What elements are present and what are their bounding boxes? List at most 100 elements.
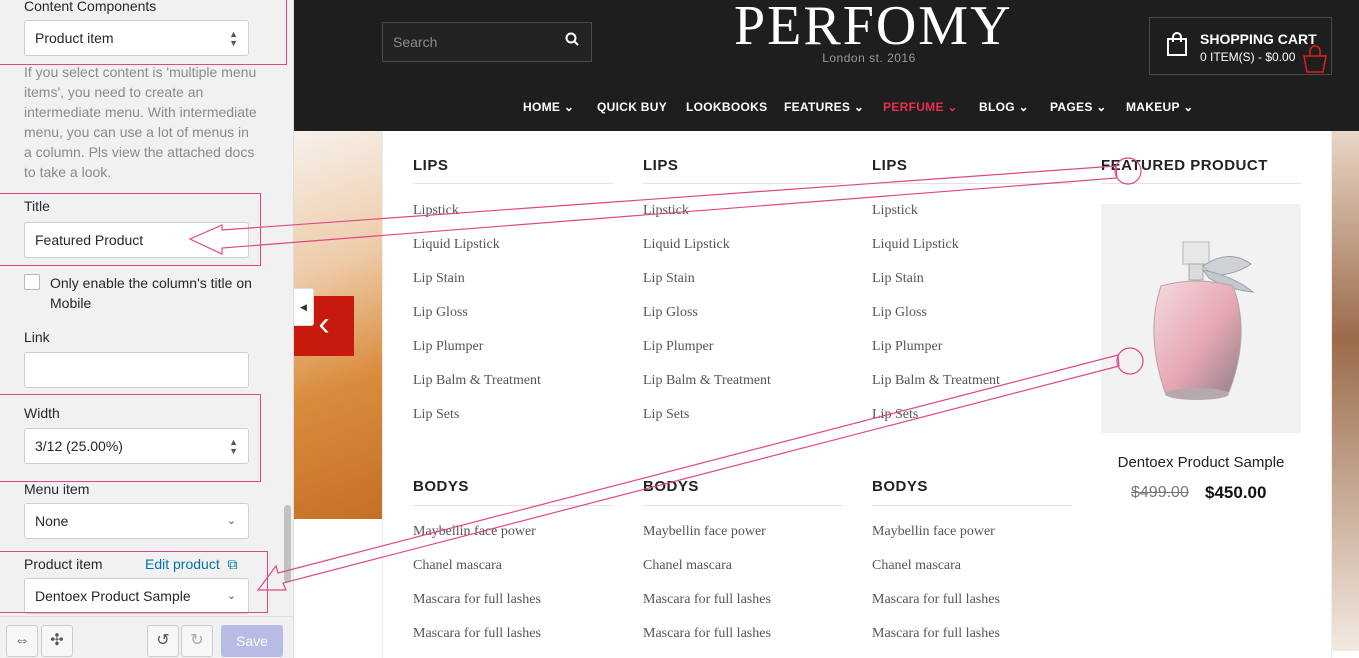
- highlight-content-components: [0, 0, 287, 65]
- chevron-down-icon: ⌄: [853, 100, 865, 114]
- menu-link[interactable]: Lip Balm & Treatment: [643, 373, 771, 389]
- menu-link[interactable]: Mascara for full lashes: [413, 592, 541, 608]
- site-header: Search PERFOMY London st. 2016 SHOPPING …: [294, 0, 1359, 131]
- shopping-cart[interactable]: SHOPPING CART 0 ITEM(S) - $0.00: [1149, 17, 1332, 75]
- menu-link[interactable]: Lip Gloss: [643, 305, 698, 321]
- hero-image-right: [1332, 131, 1359, 651]
- menu-link[interactable]: Maybellin face power: [643, 524, 766, 540]
- menu-link[interactable]: Lip Plumper: [872, 339, 942, 355]
- main-nav: HOME ⌄ QUICK BUY LOOKBOOKS FEATURES ⌄ PE…: [294, 100, 1359, 116]
- column-divider: [413, 505, 613, 506]
- menu-link[interactable]: Mascara for full lashes: [643, 592, 771, 608]
- menu-link[interactable]: Lip Sets: [643, 407, 689, 423]
- nav-quick-buy[interactable]: QUICK BUY: [597, 100, 667, 114]
- menu-link[interactable]: Lip Gloss: [413, 305, 468, 321]
- menu-item-select[interactable]: None ⌄: [24, 503, 249, 539]
- menu-link[interactable]: Chanel mascara: [872, 558, 961, 574]
- chevron-down-icon: ⌄: [1183, 100, 1194, 114]
- search-icon[interactable]: [565, 32, 579, 50]
- menu-link[interactable]: Maybellin face power: [413, 524, 536, 540]
- nav-lookbooks[interactable]: LOOKBOOKS: [686, 100, 767, 114]
- nav-features[interactable]: FEATURES ⌄: [784, 100, 864, 114]
- undo-icon[interactable]: ↺: [147, 625, 179, 657]
- menu-link[interactable]: Lip Gloss: [872, 305, 927, 321]
- menu-link[interactable]: Mascara for full lashes: [643, 626, 771, 642]
- menu-link[interactable]: Lipstick: [872, 203, 918, 219]
- column-title: BODYS: [643, 478, 699, 495]
- collapse-panel-tab[interactable]: ◀: [294, 288, 314, 326]
- menu-link[interactable]: Mascara for full lashes: [413, 626, 541, 642]
- nav-home[interactable]: HOME ⌄: [523, 100, 574, 114]
- move-icon[interactable]: ✣: [41, 625, 73, 657]
- column-divider: [1101, 183, 1301, 184]
- menu-item-label: Menu item: [24, 481, 90, 497]
- help-text: If you select content is 'multiple menu …: [24, 64, 257, 180]
- menu-link[interactable]: Lip Stain: [872, 271, 924, 287]
- column-title: LIPS: [643, 157, 679, 174]
- column-divider: [872, 505, 1072, 506]
- collapse-width-icon[interactable]: ⇔: [6, 625, 38, 657]
- redo-icon[interactable]: ↻: [181, 625, 213, 657]
- column-divider: [643, 505, 843, 506]
- menu-link[interactable]: Lipstick: [643, 203, 689, 219]
- mobile-title-label: Only enable the column's title on Mobile: [50, 275, 252, 311]
- menu-link[interactable]: Lip Sets: [872, 407, 918, 423]
- chevron-down-icon: ⌄: [947, 100, 958, 114]
- menu-link[interactable]: Lipstick: [413, 203, 459, 219]
- link-label: Link: [24, 329, 50, 345]
- menu-link[interactable]: Liquid Lipstick: [643, 237, 730, 253]
- old-price: $499.00: [1131, 484, 1189, 501]
- mega-menu: LIPS Lipstick Liquid Lipstick Lip Stain …: [382, 131, 1332, 658]
- menu-link[interactable]: Lip Plumper: [643, 339, 713, 355]
- menu-link[interactable]: Chanel mascara: [413, 558, 502, 574]
- featured-product-title: FEATURED PRODUCT: [1101, 157, 1268, 174]
- column-title: BODYS: [872, 478, 928, 495]
- menu-link[interactable]: Lip Plumper: [413, 339, 483, 355]
- panel-scrollbar[interactable]: [284, 505, 291, 583]
- nav-makeup[interactable]: MAKEUP ⌄: [1126, 100, 1194, 114]
- search-box[interactable]: Search: [382, 22, 592, 62]
- column-title: BODYS: [413, 478, 469, 495]
- column-divider: [872, 183, 1072, 184]
- menu-link[interactable]: Chanel mascara: [643, 558, 732, 574]
- column-title: LIPS: [872, 157, 908, 174]
- menu-link[interactable]: Maybellin face power: [872, 524, 995, 540]
- menu-link[interactable]: Lip Stain: [643, 271, 695, 287]
- perfume-bottle-icon: [1153, 241, 1255, 400]
- nav-blog[interactable]: BLOG ⌄: [979, 100, 1029, 114]
- panel-footer: ⇔ ✣ ↺ ↻ Save: [0, 616, 293, 658]
- cart-badge-icon: [1300, 44, 1330, 81]
- customizer-panel: Content Components Product item ▲ ▼ If yo…: [0, 0, 294, 658]
- site-logo[interactable]: PERFOMY: [734, 0, 1011, 56]
- chevron-down-icon: ⌄: [1096, 100, 1107, 114]
- chevron-down-icon: ⌄: [1018, 100, 1029, 114]
- caret-left-icon: ◀: [300, 302, 307, 312]
- menu-link[interactable]: Lip Balm & Treatment: [872, 373, 1000, 389]
- menu-link[interactable]: Mascara for full lashes: [872, 592, 1000, 608]
- nav-perfume[interactable]: PERFUME ⌄: [883, 100, 958, 114]
- menu-link[interactable]: Mascara for full lashes: [872, 626, 1000, 642]
- mobile-title-checkbox[interactable]: [24, 274, 40, 290]
- save-button[interactable]: Save: [221, 625, 283, 657]
- column-divider: [413, 183, 613, 184]
- highlight-product-item: [0, 551, 268, 613]
- product-name[interactable]: Dentoex Product Sample: [1083, 454, 1319, 471]
- menu-link[interactable]: Lip Sets: [413, 407, 459, 423]
- chevron-down-icon: ⌄: [226, 515, 236, 527]
- menu-link[interactable]: Lip Balm & Treatment: [413, 373, 541, 389]
- link-input[interactable]: [24, 352, 249, 388]
- chevron-down-icon: ⌄: [563, 100, 575, 114]
- highlight-width: [0, 394, 261, 482]
- menu-link[interactable]: Liquid Lipstick: [413, 237, 500, 253]
- shopping-bag-icon: [1166, 32, 1188, 62]
- menu-link[interactable]: Lip Stain: [413, 271, 465, 287]
- highlight-title: [0, 193, 261, 266]
- menu-item-value: None: [35, 513, 69, 529]
- nav-pages[interactable]: PAGES ⌄: [1050, 100, 1107, 114]
- column-title: LIPS: [413, 157, 449, 174]
- cart-summary: 0 ITEM(S) - $0.00: [1200, 50, 1296, 64]
- site-tagline: London st. 2016: [822, 51, 916, 65]
- product-image[interactable]: [1101, 204, 1301, 433]
- new-price: $450.00: [1205, 483, 1267, 502]
- menu-link[interactable]: Liquid Lipstick: [872, 237, 959, 253]
